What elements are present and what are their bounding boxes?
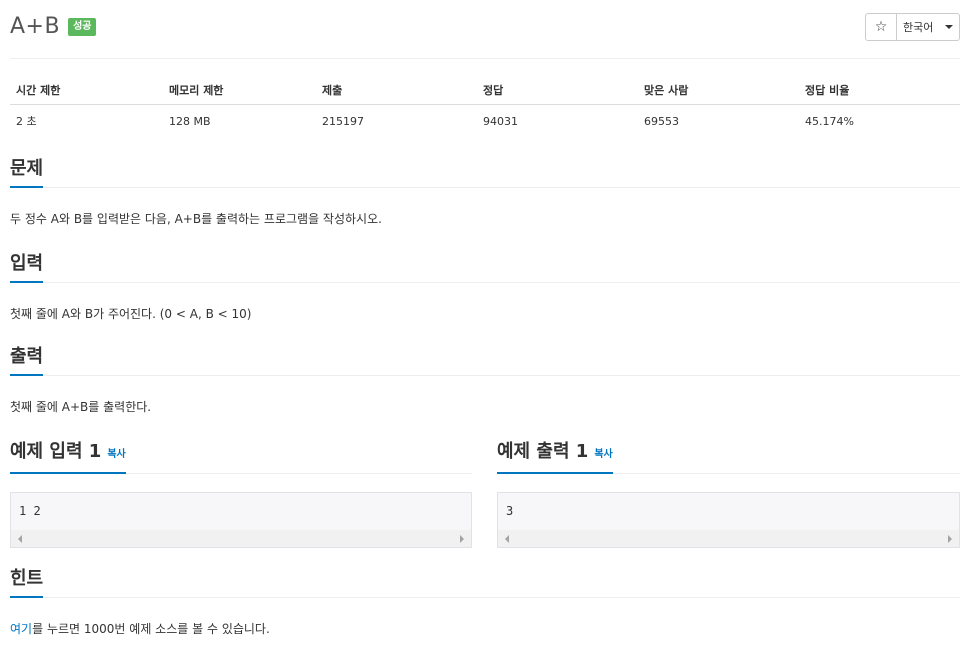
header-accept-ratio: 정답 비율 [799, 78, 960, 105]
section-hint: 힌트 여기를 누르면 1000번 예제 소스를 볼 수 있습니다. [10, 568, 960, 637]
section-header: 힌트 [10, 568, 960, 598]
sample-output-content: 3 [506, 504, 514, 518]
divider [10, 58, 960, 59]
cell-submissions: 215197 [322, 114, 364, 128]
scroll-left-icon[interactable] [505, 535, 509, 543]
problem-info-table: 시간 제한 메모리 제한 제출 정답 맞은 사람 정답 비율 2 초 128 M… [10, 78, 960, 137]
sample-input-title: 예제 입력 1 [10, 441, 102, 462]
section-title-input: 입력 [10, 253, 44, 283]
section-header: 예제 입력 1 복사 [10, 441, 472, 474]
status-badge: 성공 [68, 17, 97, 36]
section-header: 예제 출력 1 복사 [497, 441, 960, 474]
section-title-sample-input: 예제 입력 1 복사 [10, 441, 126, 474]
header-solved-users: 맞은 사람 [638, 78, 799, 105]
section-title-problem: 문제 [10, 158, 44, 188]
section-problem: 문제 두 정수 A와 B를 입력받은 다음, A+B를 출력하는 프로그램을 작… [10, 158, 960, 227]
section-title-sample-output: 예제 출력 1 복사 [497, 441, 613, 474]
caret-down-icon [945, 25, 953, 29]
horizontal-scrollbar[interactable] [498, 530, 959, 547]
horizontal-scrollbar[interactable] [11, 530, 471, 547]
copy-sample-output-link[interactable]: 복사 [594, 449, 612, 460]
star-icon: ☆ [874, 19, 888, 35]
section-sample-input: 예제 입력 1 복사 [10, 441, 472, 474]
problem-description: 두 정수 A와 B를 입력받은 다음, A+B를 출력하는 프로그램을 작성하시… [10, 212, 382, 226]
language-dropdown[interactable]: 한국어 [897, 13, 960, 41]
table-header-row: 시간 제한 메모리 제한 제출 정답 맞은 사람 정답 비율 [10, 78, 960, 105]
hint-text: 여기를 누르면 1000번 예제 소스를 볼 수 있습니다. [10, 620, 960, 637]
star-button[interactable]: ☆ [865, 13, 897, 41]
cell-accept-ratio: 45.174% [805, 114, 854, 128]
cell-memory-limit: 128 MB [169, 114, 211, 128]
scroll-right-icon[interactable] [948, 535, 952, 543]
header-accepted: 정답 [477, 78, 638, 105]
header-memory-limit: 메모리 제한 [163, 78, 316, 105]
page-title: A+B [10, 14, 61, 39]
section-sample-output: 예제 출력 1 복사 [497, 441, 960, 474]
cell-accepted: 94031 [483, 114, 518, 128]
section-input: 입력 첫째 줄에 A와 B가 주어진다. (0 < A, B < 10) [10, 253, 960, 322]
hint-text-rest: 를 누르면 1000번 예제 소스를 볼 수 있습니다. [32, 622, 270, 636]
sample-input-content: 1 2 [19, 504, 41, 518]
header-time-limit: 시간 제한 [10, 78, 163, 105]
section-output: 출력 첫째 줄에 A+B를 출력한다. [10, 346, 960, 415]
copy-sample-input-link[interactable]: 복사 [107, 449, 125, 460]
section-title-output: 출력 [10, 346, 44, 376]
header-submissions: 제출 [316, 78, 477, 105]
section-title-hint: 힌트 [10, 568, 44, 598]
language-label: 한국어 [903, 21, 934, 34]
cell-time-limit: 2 초 [16, 115, 37, 128]
sample-output-title: 예제 출력 1 [497, 441, 589, 462]
hint-source-link[interactable]: 여기 [10, 622, 32, 636]
sample-output-box[interactable]: 3 [497, 492, 960, 548]
sample-input-box[interactable]: 1 2 [10, 492, 472, 548]
table-row: 2 초 128 MB 215197 94031 69553 45.174% [10, 105, 960, 138]
section-header: 출력 [10, 346, 960, 376]
scroll-right-icon[interactable] [460, 535, 464, 543]
output-description: 첫째 줄에 A+B를 출력한다. [10, 400, 152, 414]
input-description: 첫째 줄에 A와 B가 주어진다. (0 < A, B < 10) [10, 307, 252, 321]
cell-solved-users: 69553 [644, 114, 679, 128]
section-header: 문제 [10, 158, 960, 188]
section-header: 입력 [10, 253, 960, 283]
title-row: A+B 성공 [10, 14, 97, 39]
toolbar: ☆ 한국어 [865, 13, 960, 41]
scroll-left-icon[interactable] [18, 535, 22, 543]
